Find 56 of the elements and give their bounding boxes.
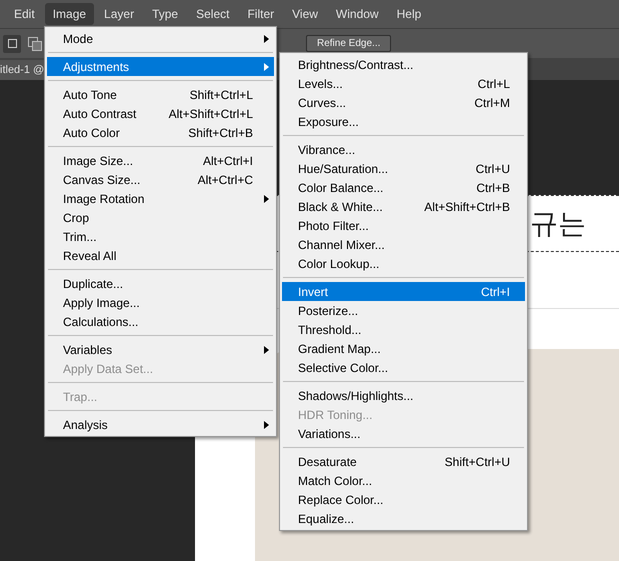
menu-bar-item[interactable]: Image: [44, 3, 94, 25]
menu-item[interactable]: Levels... Ctrl+L: [282, 74, 525, 93]
menu-bar-item[interactable]: View: [284, 3, 326, 25]
menu-item[interactable]: Image Size... Alt+Ctrl+I: [47, 151, 274, 170]
menu-item[interactable]: Vibrance...: [282, 140, 525, 159]
menu-item[interactable]: Shadows/Highlights...: [282, 386, 525, 405]
menu-item[interactable]: Selective Color...: [282, 358, 525, 377]
menu-item[interactable]: Curves... Ctrl+M: [282, 93, 525, 112]
menu-item[interactable]: Auto Contrast Alt+Shift+Ctrl+L: [47, 104, 274, 123]
menu-bar-item[interactable]: Layer: [96, 3, 142, 25]
overlapping-squares-icon[interactable]: [28, 36, 42, 50]
menu-item[interactable]: Channel Mixer...: [282, 235, 525, 254]
menu-item[interactable]: Photo Filter...: [282, 216, 525, 235]
menu-item[interactable]: Posterize...: [282, 301, 525, 320]
menu-item[interactable]: Trim...: [47, 227, 274, 246]
menu-item[interactable]: Color Balance... Ctrl+B: [282, 178, 525, 197]
menu-item[interactable]: Adjustments: [47, 57, 274, 76]
menu-item[interactable]: Invert Ctrl+I: [282, 282, 525, 301]
submenu-arrow-icon: [264, 34, 269, 42]
menu-item[interactable]: Exposure...: [282, 112, 525, 131]
refine-edge-button[interactable]: Refine Edge...: [306, 35, 392, 52]
menu-item[interactable]: Color Lookup...: [282, 254, 525, 273]
menu-item[interactable]: Analysis: [47, 415, 274, 434]
menu-item[interactable]: Desaturate Shift+Ctrl+U: [282, 452, 525, 471]
menu-item[interactable]: Variations...: [282, 424, 525, 443]
menu-item[interactable]: Brightness/Contrast...: [282, 55, 525, 74]
menu-bar-item[interactable]: Window: [328, 3, 387, 25]
menu-item[interactable]: Calculations...: [47, 312, 274, 331]
menu-item[interactable]: Replace Color...: [282, 490, 525, 509]
menu-item[interactable]: Equalize...: [282, 509, 525, 528]
menu-bar-item[interactable]: Type: [144, 3, 186, 25]
menu-item[interactable]: Canvas Size... Alt+Ctrl+C: [47, 170, 274, 189]
menu-item[interactable]: Variables: [47, 340, 274, 359]
menu-item[interactable]: Duplicate...: [47, 274, 274, 293]
menu-item[interactable]: Match Color...: [282, 471, 525, 490]
submenu-arrow-icon: [264, 420, 269, 428]
submenu-arrow-icon: [264, 62, 269, 70]
menu-bar-item[interactable]: Edit: [6, 3, 43, 25]
menu-item[interactable]: Apply Image...: [47, 293, 274, 312]
menu-item[interactable]: Crop: [47, 208, 274, 227]
menu-item[interactable]: Black & White... Alt+Shift+Ctrl+B: [282, 197, 525, 216]
menu-item[interactable]: Reveal All: [47, 246, 274, 265]
menu-item[interactable]: Auto Tone Shift+Ctrl+L: [47, 85, 274, 104]
menu-item[interactable]: Mode: [47, 29, 274, 48]
submenu-arrow-icon: [264, 346, 269, 354]
menu-bar-item[interactable]: Filter: [239, 3, 282, 25]
menu-item[interactable]: Image Rotation: [47, 189, 274, 208]
menu-item[interactable]: Threshold...: [282, 320, 525, 339]
square-icon[interactable]: [3, 34, 21, 52]
menu-item[interactable]: Auto Color Shift+Ctrl+B: [47, 123, 274, 142]
submenu-arrow-icon: [264, 194, 269, 202]
menu-bar-item[interactable]: Select: [188, 3, 238, 25]
menu-bar-item[interactable]: Help: [388, 3, 430, 25]
menu-item[interactable]: Hue/Saturation... Ctrl+U: [282, 159, 525, 178]
menu-item[interactable]: Gradient Map...: [282, 339, 525, 358]
heading-text: 규는: [530, 206, 586, 240]
